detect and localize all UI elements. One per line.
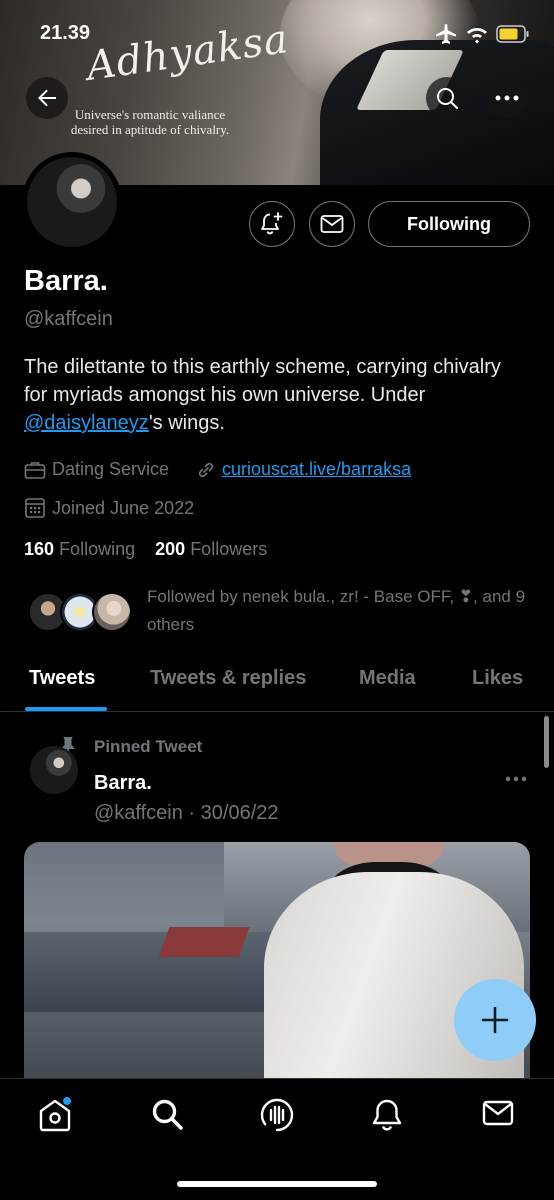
bell-icon[interactable]: [370, 1097, 404, 1133]
following-count: 160: [24, 539, 55, 559]
wifi-icon: [467, 28, 487, 44]
following-count-link[interactable]: 160 Following: [24, 539, 135, 559]
profile-bio: The dilettante to this earthly scheme, c…: [24, 353, 524, 437]
profile-website-link[interactable]: curiouscat.live/barraksa: [222, 459, 411, 480]
followers-label: Followers: [190, 539, 268, 559]
banner-tagline-1: Universe's romantic valiance: [74, 107, 226, 122]
notify-button[interactable]: [249, 201, 295, 247]
profile-category: Dating Service: [52, 459, 170, 479]
battery-icon: [496, 25, 529, 43]
image-red-roof: [158, 927, 250, 957]
following-button[interactable]: Following: [368, 201, 530, 247]
banner-tagline-2: desired in aptitude of chivalry.: [70, 122, 230, 137]
plus-icon: [481, 1006, 509, 1034]
followed-by-text[interactable]: Followed by nenek bula., zr! - Base OFF,…: [147, 583, 537, 639]
tab-media[interactable]: Media: [359, 667, 416, 690]
profile-joined-row: Joined June 2022: [24, 497, 194, 519]
message-button[interactable]: [309, 201, 355, 247]
image-rooftops: [24, 932, 284, 1012]
back-button[interactable]: [26, 77, 68, 119]
home-icon[interactable]: [37, 1097, 73, 1133]
tweet-more-icon[interactable]: [505, 776, 527, 782]
home-indicator[interactable]: [177, 1181, 377, 1187]
followers-count-link[interactable]: 200 Followers: [155, 539, 267, 559]
profile-handle: @kaffcein: [24, 308, 113, 330]
tweet-handle-date: @kaffcein · 30/06/22: [94, 802, 279, 824]
calendar-icon: [25, 498, 45, 518]
tab-tweets[interactable]: Tweets: [29, 667, 95, 690]
briefcase-icon: [24, 461, 46, 479]
avatar-image: [27, 157, 117, 247]
tab-likes[interactable]: Likes: [472, 667, 523, 690]
search-icon[interactable]: [150, 1097, 184, 1131]
follow-counts: 160 Following 200 Followers: [24, 539, 267, 560]
pinned-label: Pinned Tweet: [94, 737, 203, 756]
profile-tabs: Tweets Tweets & replies Media Likes: [0, 664, 554, 712]
scrollbar[interactable]: [544, 716, 549, 768]
profile-name: Barra.: [24, 265, 108, 297]
more-horizontal-icon: [495, 95, 519, 101]
envelope-icon: [320, 215, 344, 233]
mail-icon[interactable]: [482, 1097, 514, 1129]
followers-count: 200: [155, 539, 186, 559]
profile-category-row: Dating Service: [24, 459, 169, 480]
search-button[interactable]: [426, 77, 468, 119]
status-time: 21.39: [40, 22, 91, 44]
tweet-avatar[interactable]: [30, 746, 78, 794]
tweet-author-name[interactable]: Barra.: [94, 772, 152, 795]
active-tab-indicator: [25, 707, 107, 711]
more-options-button[interactable]: [486, 77, 528, 119]
bell-plus-icon: [261, 212, 283, 235]
profile-joined: Joined June 2022: [52, 497, 195, 518]
compose-tweet-button[interactable]: [454, 979, 536, 1061]
spaces-icon[interactable]: [259, 1097, 295, 1133]
link-icon: [198, 462, 214, 477]
bio-mention-link[interactable]: @daisylaneyz: [24, 412, 149, 434]
profile-avatar[interactable]: [22, 152, 122, 252]
tweet-media-image[interactable]: [24, 842, 530, 1102]
arrow-left-icon: [38, 89, 56, 107]
tab-tweets-replies[interactable]: Tweets & replies: [150, 667, 306, 690]
bio-text: The dilettante to this earthly scheme, c…: [24, 356, 501, 406]
bio-text-end: 's wings.: [148, 412, 225, 434]
search-icon: [437, 88, 458, 109]
profile-website-row[interactable]: curiouscat.live/barraksa: [196, 459, 411, 480]
airplane-icon: [436, 24, 456, 44]
following-label: Following: [59, 539, 136, 559]
status-bar: 21.39: [0, 0, 554, 60]
follower-avatar-3[interactable]: [92, 592, 132, 632]
